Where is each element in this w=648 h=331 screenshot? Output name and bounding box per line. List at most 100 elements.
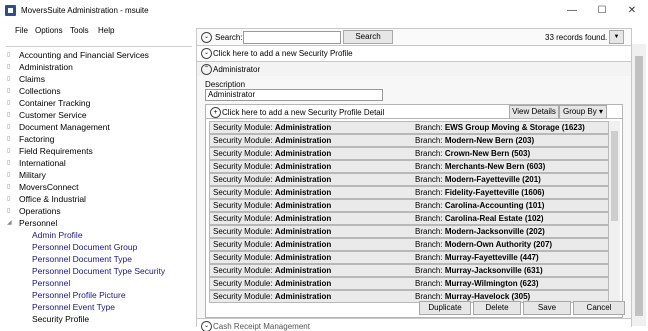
module-value: Administration [274, 201, 332, 210]
module-value: Administration [274, 136, 332, 145]
branch-prefix: Branch: [415, 292, 443, 301]
cash-receipt-section[interactable]: ⌄ Cash Receipt Management [197, 318, 631, 331]
expand-icon[interactable]: ▯ [7, 109, 10, 121]
expand-icon[interactable]: ▯ [7, 145, 10, 157]
records-count: 33 records found. [545, 33, 608, 42]
menu-help[interactable]: Help [98, 26, 114, 35]
table-row[interactable]: Security Module: Administration Branch: M… [209, 160, 609, 173]
table-row[interactable]: Security Module: Administration Branch: M… [209, 264, 609, 277]
module-prefix: Security Module: [213, 279, 273, 288]
branch-value: Carolina-Real Estate (102) [444, 214, 544, 223]
table-row[interactable]: Security Module: Administration Branch: C… [209, 199, 609, 212]
expand-icon[interactable]: ▯ [7, 121, 10, 133]
expand-icon[interactable]: ▯ [7, 193, 10, 205]
table-row[interactable]: Security Module: Administration Branch: F… [209, 186, 609, 199]
main-panel: ⌄ Search: Search 33 records found. ▼ ⌄ C… [196, 28, 632, 331]
expand-icon[interactable]: ▯ [7, 85, 10, 97]
save-button[interactable]: Save [523, 301, 571, 315]
menu-file[interactable]: File [15, 26, 28, 35]
module-prefix: Security Module: [213, 188, 273, 197]
branch-value: Murray-Wilmington (623) [444, 279, 539, 288]
module-prefix: Security Module: [213, 253, 273, 262]
table-row[interactable]: Security Module: Administration Branch: C… [209, 147, 609, 160]
module-prefix: Security Module: [213, 123, 273, 132]
branch-value: Modern-New Bern (203) [444, 136, 535, 145]
expand-icon[interactable]: ▯ [7, 61, 10, 73]
module-prefix: Security Module: [213, 201, 273, 210]
add-detail-label[interactable]: Click here to add a new Security Profile… [222, 108, 384, 117]
duplicate-button[interactable]: Duplicate [419, 301, 471, 315]
expand-icon[interactable]: ▯ [7, 133, 10, 145]
branch-value: Merchants-New Bern (603) [444, 162, 546, 171]
module-value: Administration [274, 227, 332, 236]
table-row[interactable]: Security Module: Administration Branch: M… [209, 251, 609, 264]
collapse-icon[interactable]: ◢ [7, 217, 12, 229]
search-bar: ⌄ Search: Search 33 records found. ▼ [196, 28, 632, 46]
module-value: Administration [274, 292, 332, 301]
branch-value: Murray-Jacksonville (631) [444, 266, 543, 275]
module-prefix: Security Module: [213, 240, 273, 249]
search-input[interactable] [243, 31, 341, 44]
table-row[interactable]: Security Module: Administration Branch: M… [209, 173, 609, 186]
branch-prefix: Branch: [415, 240, 443, 249]
main-scrollbar[interactable] [632, 44, 646, 326]
table-row[interactable]: Security Module: Administration Branch: C… [209, 212, 609, 225]
chevron-down-icon[interactable]: ⌄ [201, 32, 212, 43]
module-value: Administration [274, 266, 332, 275]
branch-prefix: Branch: [415, 227, 443, 236]
module-prefix: Security Module: [213, 227, 273, 236]
close-button[interactable]: ✕ [620, 1, 644, 21]
module-value: Administration [274, 123, 332, 132]
branch-value: Modern-Own Authority (207) [444, 240, 553, 249]
branch-prefix: Branch: [415, 175, 443, 184]
delete-button[interactable]: Delete [473, 301, 521, 315]
security-detail-grid: Security Module: Administration Branch: E… [205, 118, 623, 318]
expand-icon[interactable]: ▯ [7, 181, 10, 193]
navigation-tree: ▯ Accounting and Financial Services ▯ Admi… [6, 46, 192, 327]
description-field[interactable]: Administrator [205, 89, 383, 101]
branch-prefix: Branch: [415, 253, 443, 262]
module-value: Administration [274, 279, 332, 288]
menu-tools[interactable]: Tools [70, 26, 89, 35]
module-prefix: Security Module: [213, 162, 273, 171]
table-row[interactable]: Security Module: Administration Branch: E… [209, 121, 609, 134]
expand-icon[interactable]: ▯ [7, 169, 10, 181]
cancel-button[interactable]: Cancel [573, 301, 625, 315]
table-row[interactable]: Security Module: Administration Branch: M… [209, 238, 609, 251]
branch-prefix: Branch: [415, 266, 443, 275]
section-title: Administrator [213, 65, 261, 74]
module-value: Administration [274, 149, 332, 158]
grid-scrollbar-thumb[interactable] [611, 131, 618, 221]
description-label: Description [205, 80, 246, 89]
profile-detail-panel: Description Administrator + Click here t… [196, 76, 632, 331]
module-prefix: Security Module: [213, 266, 273, 275]
dropdown-icon[interactable]: ▼ [609, 30, 624, 44]
expand-icon[interactable]: ▯ [7, 205, 10, 217]
expand-icon[interactable]: ▯ [7, 73, 10, 85]
module-prefix: Security Module: [213, 136, 273, 145]
table-row[interactable]: Security Module: Administration Branch: M… [209, 277, 609, 290]
module-value: Administration [274, 214, 332, 223]
maximize-button[interactable]: ☐ [590, 1, 614, 21]
table-row[interactable]: Security Module: Administration Branch: M… [209, 225, 609, 238]
branch-prefix: Branch: [415, 279, 443, 288]
add-security-profile-row[interactable]: ⌄ Click here to add a new Security Profi… [196, 45, 632, 62]
branch-value: Modern-Fayetteville (201) [444, 175, 541, 184]
branch-prefix: Branch: [415, 162, 443, 171]
expand-icon[interactable]: ▯ [7, 97, 10, 109]
chevron-down-icon[interactable]: ⌄ [201, 321, 212, 331]
group-by-label: Group By [562, 107, 597, 116]
expand-icon[interactable]: ▯ [7, 49, 10, 61]
add-icon[interactable]: + [210, 107, 221, 118]
chevron-up-icon[interactable]: ⌃ [201, 64, 212, 75]
chevron-down-icon[interactable]: ⌄ [201, 48, 212, 59]
minimize-button[interactable]: — [560, 1, 584, 21]
search-button[interactable]: Search [343, 30, 393, 44]
table-row[interactable]: Security Module: Administration Branch: M… [209, 134, 609, 147]
expand-icon[interactable]: ▯ [7, 157, 10, 169]
module-value: Administration [274, 253, 332, 262]
grid-scrollbar[interactable] [609, 121, 620, 303]
main-scrollbar-thumb[interactable] [635, 56, 643, 316]
menu-options[interactable]: Options [35, 26, 63, 35]
module-prefix: Security Module: [213, 149, 273, 158]
